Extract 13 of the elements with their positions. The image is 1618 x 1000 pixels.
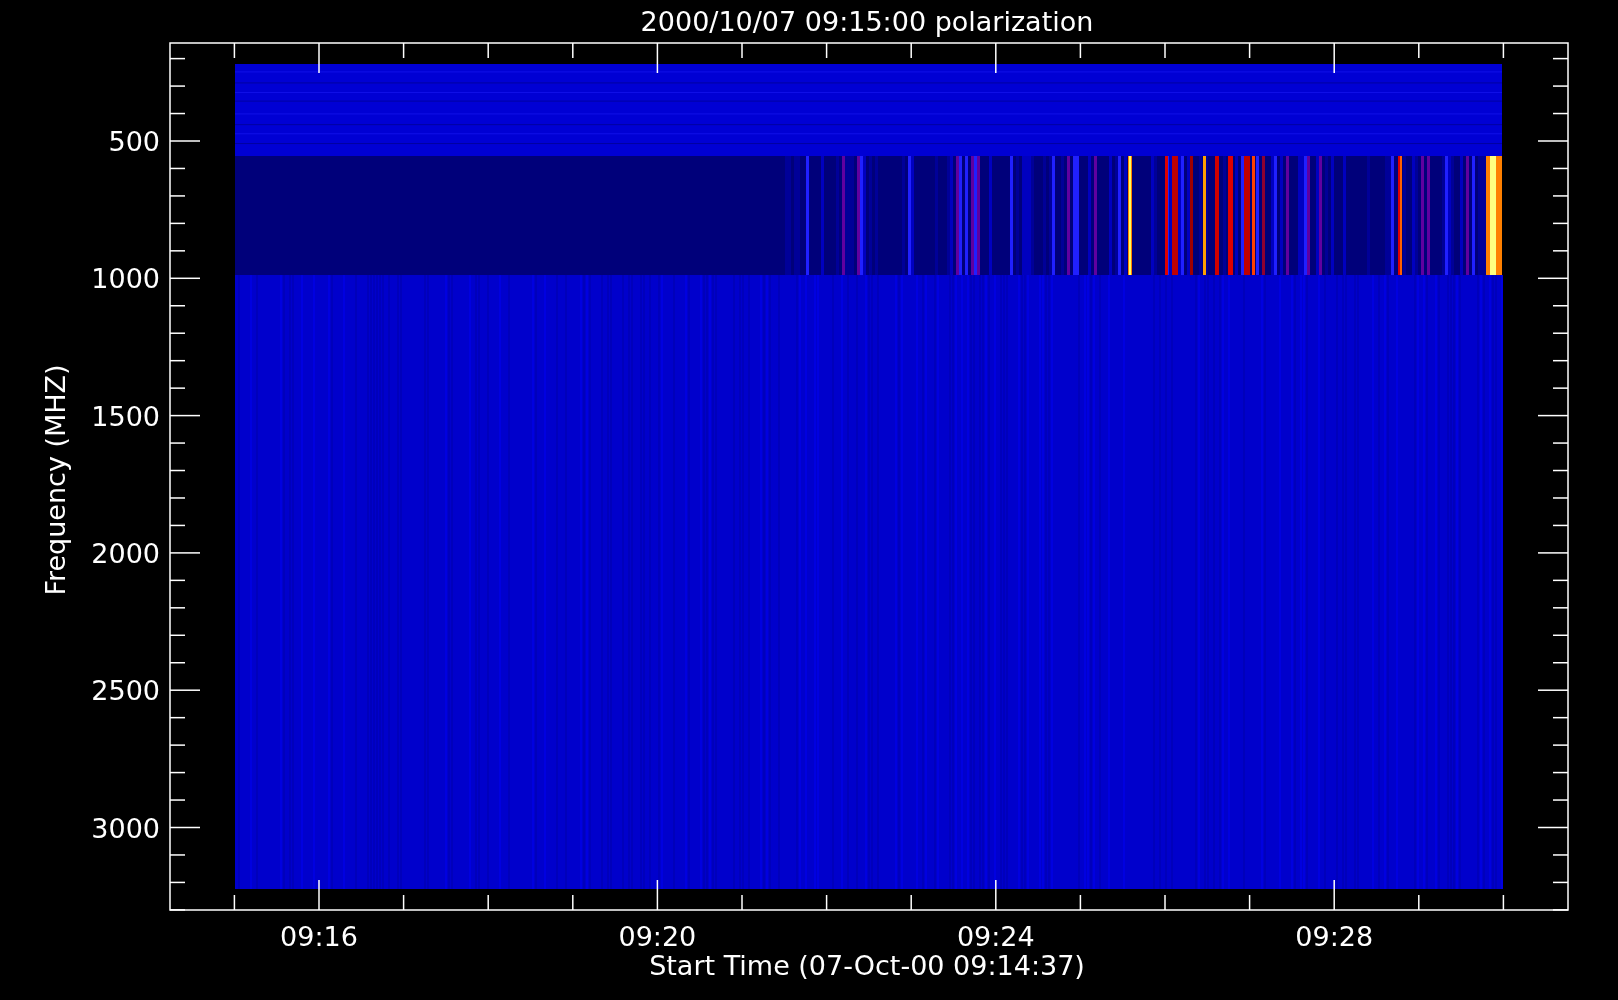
x-axis-label: Start Time (07-Oct-00 09:14:37) [649,950,1085,981]
x-tick-label: 09:24 [956,921,1035,952]
y-axis-label: Frequency (MHZ) [40,364,71,596]
y-tick-label: 3000 [91,812,160,844]
y-tick-label: 1500 [91,400,160,432]
plot-title: 2000/10/07 09:15:00 polarization [640,6,1094,37]
x-tick-label: 09:28 [1295,921,1374,952]
y-tick-label: 2000 [91,537,160,569]
x-tick-label: 09:16 [280,921,358,952]
x-tick-label: 09:20 [618,921,697,952]
y-tick-label: 500 [108,126,160,157]
y-tick-label: 2500 [91,675,160,707]
y-tick-label: 1000 [91,263,160,295]
